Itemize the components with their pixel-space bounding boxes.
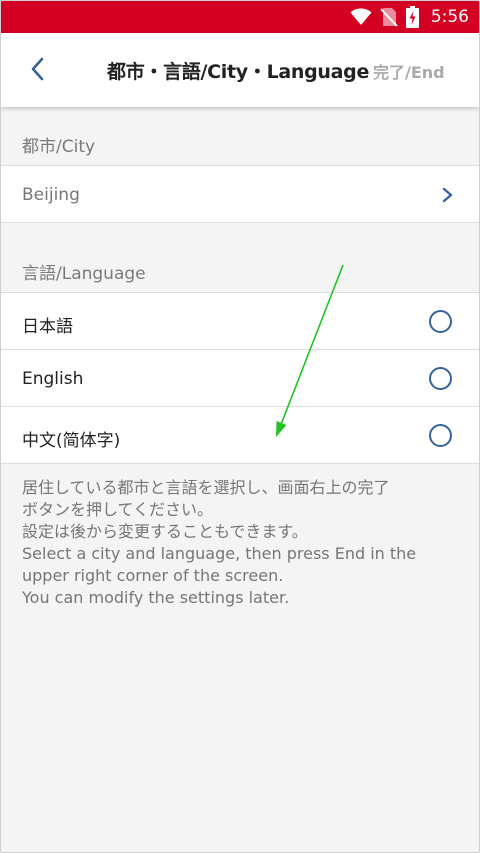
instructions-text: 居住している都市と言語を選択し、画面右上の完了 ボタンを押してください。 設定は… [22,477,462,609]
instruction-line: upper right corner of the screen. [22,566,284,585]
city-value: Beijing [22,185,80,205]
status-icons: 5:56 [350,1,469,33]
language-section-label: 言語/Language [22,264,146,284]
page-title: 都市・言語/City・Language [107,61,370,83]
battery-charging-icon [405,6,419,28]
back-button[interactable] [19,53,55,89]
instruction-line: You can modify the settings later. [22,588,290,607]
city-section-header: 都市/City [1,132,479,166]
instruction-line: Select a city and language, then press E… [22,544,417,563]
city-row-divider [1,222,479,223]
language-list-divider [1,463,479,464]
instruction-line: 設定は後から変更することもできます。 [22,522,308,541]
language-section-header: 言語/Language [1,259,479,293]
language-option-chinese[interactable]: 中文(简体字) [1,406,479,463]
instruction-line: 居住している都市と言語を選択し、画面右上の完了 [22,478,390,497]
language-option-label: English [22,369,84,389]
chevron-left-icon [30,57,44,85]
radio-button[interactable] [429,310,452,333]
language-option-japanese[interactable]: 日本語 [1,292,479,349]
header-bar: 都市・言語/City・Language 完了/End [1,33,479,107]
radio-button[interactable] [429,424,452,447]
chevron-right-icon [441,187,455,203]
app-frame: 5:56 都市・言語/City・Language 完了/End 都市/City … [0,0,480,853]
instruction-line: ボタンを押してください。 [22,500,214,519]
status-time: 5:56 [430,7,469,27]
no-sim-icon [380,7,398,27]
city-section-label: 都市/City [22,137,96,157]
language-option-english[interactable]: English [1,349,479,406]
wifi-icon [350,8,372,26]
status-bar: 5:56 [1,1,479,33]
radio-button[interactable] [429,367,452,390]
done-button[interactable]: 完了/End [373,59,445,83]
city-row[interactable]: Beijing [1,165,479,222]
language-option-label: 中文(简体字) [22,431,121,451]
language-option-label: 日本語 [22,317,73,337]
